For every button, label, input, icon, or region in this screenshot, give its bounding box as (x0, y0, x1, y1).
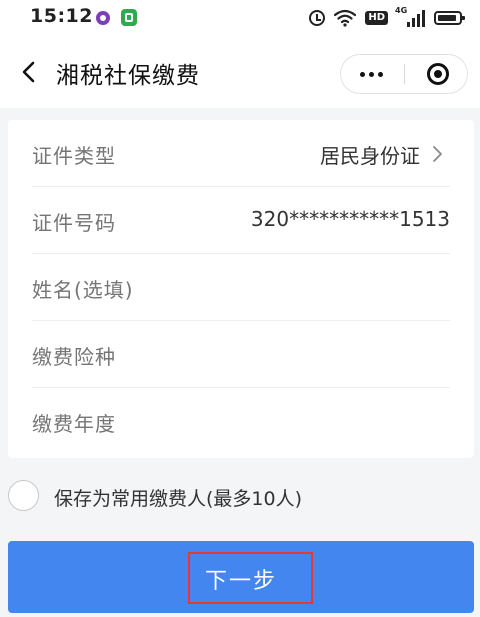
next-step-button[interactable]: 下一步 (8, 541, 474, 613)
payment-year-label: 缴费年度 (32, 412, 116, 436)
mini-program-capsule (340, 54, 468, 94)
form-row-insurance-type[interactable]: 缴费险种 (8, 321, 474, 388)
network-type-label: 4G (395, 6, 408, 15)
status-icons: HD 4G (309, 6, 465, 30)
form-row-id-number[interactable]: 证件号码 320***********1513 (8, 187, 474, 254)
id-number-value[interactable]: 320***********1513 (251, 207, 450, 231)
status-bar: 15:12 HD 4G (0, 0, 480, 36)
form-row-name[interactable]: 姓名(选填) (8, 254, 474, 321)
next-step-label: 下一步 (204, 569, 277, 594)
chevron-left-icon (22, 61, 35, 83)
name-label: 姓名(选填) (32, 278, 134, 302)
save-payer-radio[interactable] (8, 480, 39, 511)
status-time: 15:12 (30, 5, 93, 27)
save-frequent-payer-option[interactable]: 保存为常用缴费人(最多10人) (8, 476, 474, 516)
form-row-payment-year[interactable]: 缴费年度 (8, 388, 474, 455)
id-type-value: 居民身份证 (320, 144, 420, 168)
id-number-label: 证件号码 (32, 211, 116, 235)
save-payer-label: 保存为常用缴费人(最多10人) (54, 488, 303, 510)
nav-bar: 湘税社保缴费 (0, 36, 480, 108)
battery-icon (434, 11, 465, 25)
app-square-icon (121, 9, 137, 26)
more-dots-icon (360, 72, 365, 77)
payer-form: 证件类型 居民身份证 证件号码 320***********1513 姓名(选填… (8, 120, 474, 458)
hd-icon: HD (365, 11, 388, 25)
mini-program-close-button[interactable] (405, 55, 467, 93)
alarm-icon (309, 10, 326, 26)
insurance-type-label: 缴费险种 (32, 345, 116, 369)
app-circle-icon (96, 11, 110, 25)
page-title: 湘税社保缴费 (56, 63, 200, 89)
wifi-icon (334, 9, 357, 27)
signal-icon: 4G (395, 6, 425, 27)
chevron-right-icon (428, 145, 446, 163)
form-row-id-type[interactable]: 证件类型 居民身份证 (8, 120, 474, 187)
id-type-label: 证件类型 (32, 144, 116, 168)
more-button[interactable] (341, 55, 403, 93)
back-button[interactable] (14, 56, 46, 88)
